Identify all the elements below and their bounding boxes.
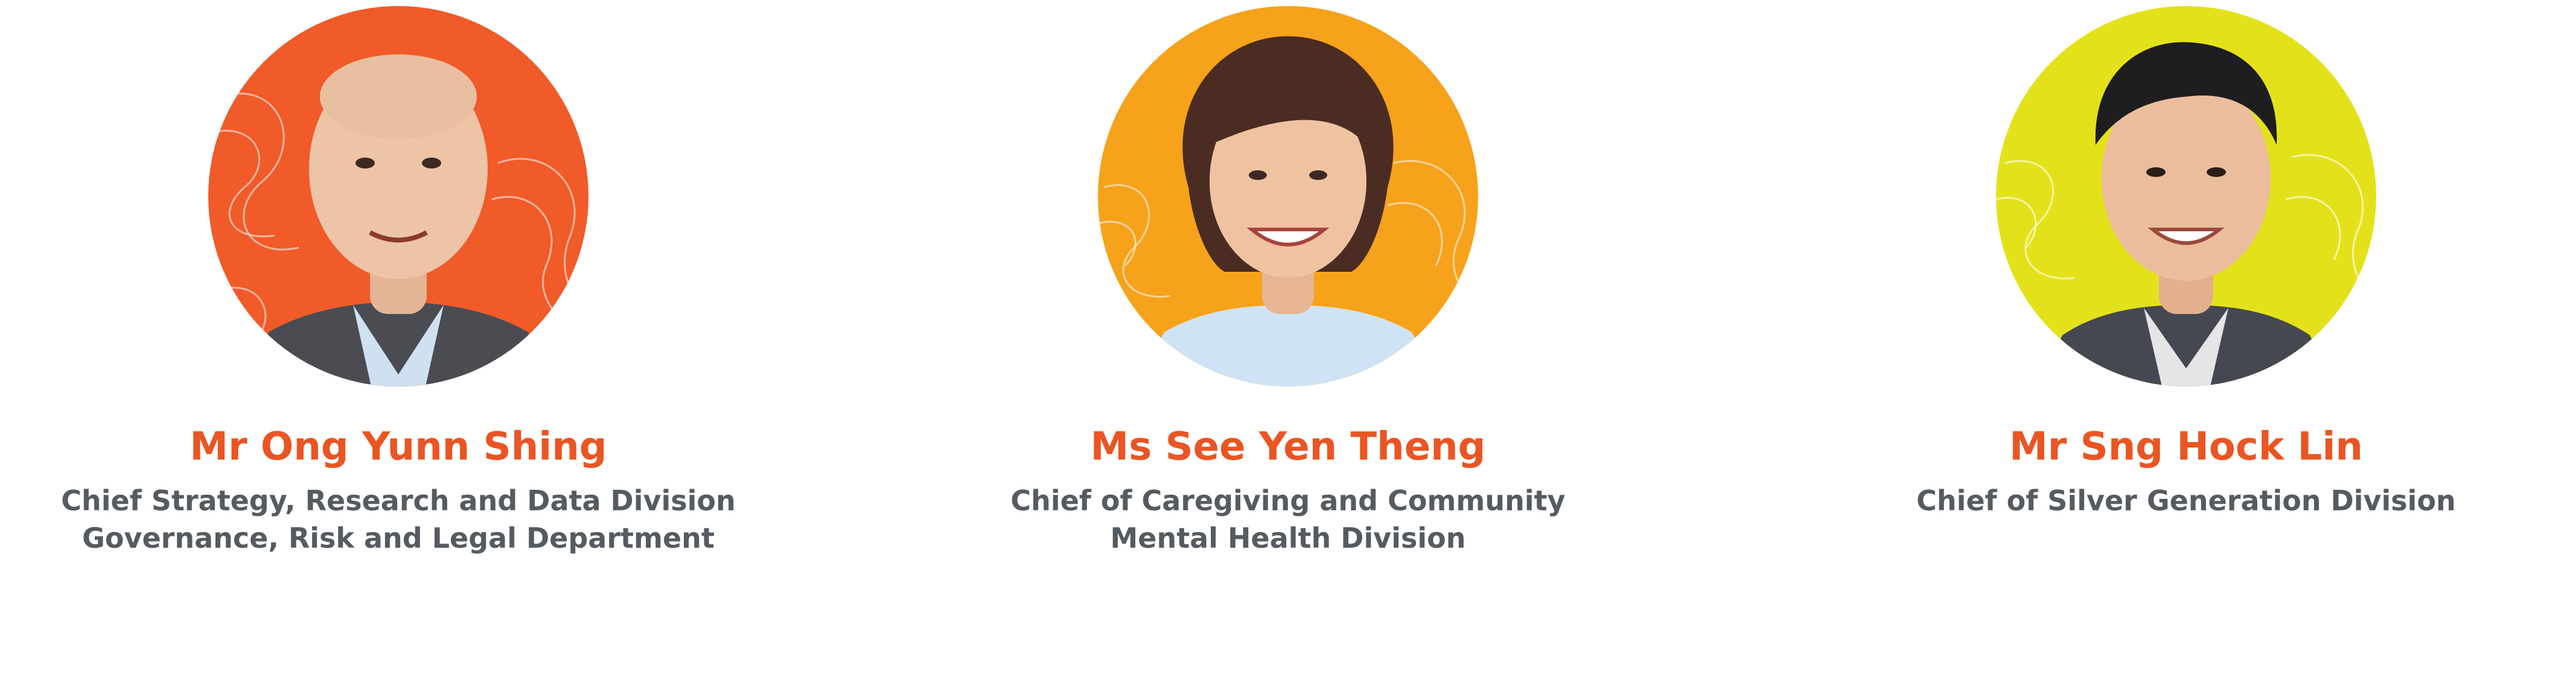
portrait-illustration (1996, 6, 2376, 387)
profile-card-sng-hock-lin: Mr Sng Hock Lin Chief of Silver Generati… (1794, 0, 2576, 604)
profile-card-see-yen-theng: Ms See Yen Theng Chief of Caregiving and… (896, 0, 1680, 604)
profile-role-line: Chief of Caregiving and Community (1010, 484, 1566, 517)
portrait-photo (1098, 6, 1478, 387)
profile-role: Chief Strategy, Research and Data Divisi… (6, 482, 791, 557)
portrait-photo (1996, 6, 2376, 387)
profile-name: Mr Ong Yunn Shing (190, 425, 607, 469)
portrait-illustration (1098, 6, 1478, 387)
profile-role: Chief of Silver Generation Division (1794, 482, 2576, 519)
profile-name: Ms See Yen Theng (1090, 425, 1486, 469)
profile-role-line: Governance, Risk and Legal Department (82, 522, 715, 554)
profile-role-line: Chief Strategy, Research and Data Divisi… (61, 484, 736, 517)
portrait-photo (208, 6, 588, 387)
profile-role: Chief of Caregiving and Community Mental… (896, 482, 1680, 557)
leadership-team-section: Mr Ong Yunn Shing Chief Strategy, Resear… (0, 0, 2576, 680)
profile-role-line: Chief of Silver Generation Division (1916, 484, 2456, 517)
profile-role-line: Mental Health Division (1110, 522, 1466, 554)
portrait-illustration (208, 6, 588, 387)
profile-card-ong-yunn-shing: Mr Ong Yunn Shing Chief Strategy, Resear… (6, 0, 791, 604)
profile-name: Mr Sng Hock Lin (2009, 425, 2363, 469)
